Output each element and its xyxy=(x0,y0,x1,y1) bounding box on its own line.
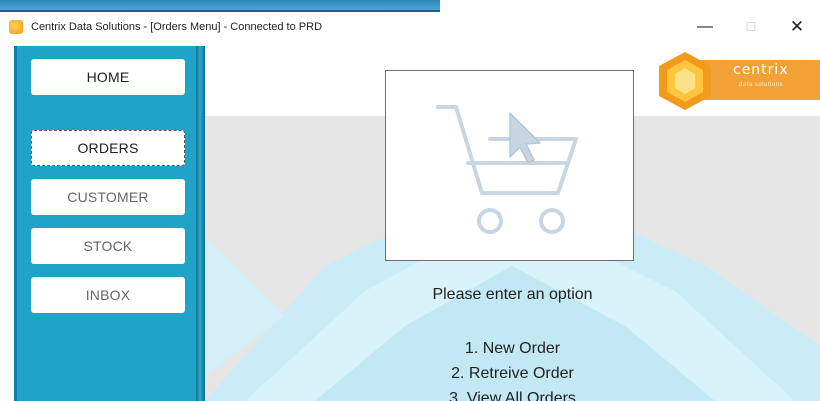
window-title: Centrix Data Solutions - [Orders Menu] -… xyxy=(31,21,323,33)
main-panel: centrix data solutions Please enter an o… xyxy=(205,46,820,401)
hexagon-logo-icon xyxy=(659,52,711,110)
sidebar-item-customer[interactable]: CUSTOMER xyxy=(31,179,185,215)
option-view-all-orders: 3. View All Orders xyxy=(449,390,576,401)
background-window-edge xyxy=(0,0,440,12)
sidebar-item-orders[interactable]: ORDERS xyxy=(31,130,185,166)
option-retrieve-order: 2. Retreive Order xyxy=(451,365,574,382)
sidebar-divider xyxy=(196,46,205,401)
cart-illustration xyxy=(385,70,634,261)
shopping-cart-with-cursor-icon xyxy=(436,105,578,234)
sidebar-item-stock[interactable]: STOCK xyxy=(31,228,185,264)
logo-tagline: data solutions xyxy=(739,82,784,88)
close-button[interactable]: ✕ xyxy=(774,12,820,42)
sidebar-nav: HOME ORDERS CUSTOMER STOCK INBOX xyxy=(14,46,196,401)
title-bar[interactable]: Centrix Data Solutions - [Orders Menu] -… xyxy=(0,12,820,42)
centrix-logo: centrix data solutions xyxy=(653,50,820,112)
sidebar-item-home[interactable]: HOME xyxy=(31,59,185,95)
logo-name: centrix xyxy=(733,62,789,78)
app-icon xyxy=(9,20,23,34)
maximize-button[interactable]: ☐ xyxy=(728,12,774,42)
sidebar-item-inbox[interactable]: INBOX xyxy=(31,277,185,313)
prompt-text: Please enter an option xyxy=(432,286,593,303)
option-new-order: 1. New Order xyxy=(464,340,561,357)
minimize-button[interactable]: — xyxy=(682,12,728,42)
